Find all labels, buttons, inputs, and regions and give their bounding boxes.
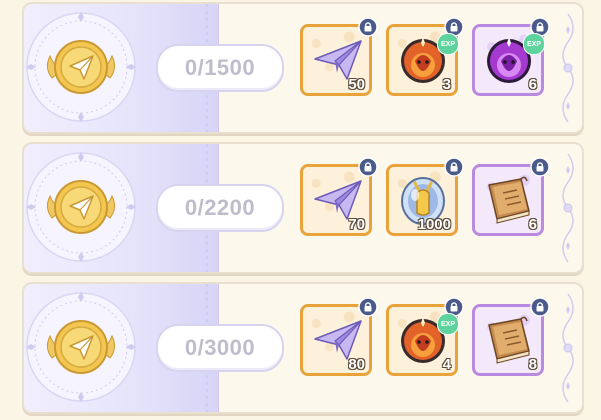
lock-icon <box>358 17 378 37</box>
ornament-decoration <box>554 284 582 412</box>
reward-quantity: 70 <box>348 216 365 233</box>
progress-counter: 0/1500 <box>156 44 284 92</box>
reward-tier-row: 0/1500 50 3 EXP 6 EXP <box>22 2 584 134</box>
reward-quantity: 4 <box>442 356 451 373</box>
ornament-decoration <box>554 144 582 272</box>
reward-item-slot[interactable]: 70 <box>300 157 378 236</box>
lock-icon <box>358 157 378 177</box>
lock-icon <box>444 157 464 177</box>
reward-item-slot[interactable]: 3 EXP <box>386 17 464 96</box>
exp-badge: EXP <box>437 313 459 335</box>
reward-quantity: 80 <box>348 356 365 373</box>
reward-item-slot[interactable]: 1000 <box>386 157 464 236</box>
exp-badge: EXP <box>437 33 459 55</box>
progress-counter: 0/3000 <box>156 324 284 372</box>
lock-icon <box>530 297 550 317</box>
reward-item-slot[interactable]: 50 <box>300 17 378 96</box>
lock-icon <box>530 157 550 177</box>
reward-tier-row: 0/3000 80 4 EXP 8 <box>22 282 584 414</box>
ornament-decoration <box>554 4 582 132</box>
gold-medal-icon <box>24 148 140 266</box>
gold-medal-icon <box>24 8 140 126</box>
reward-quantity: 50 <box>348 76 365 93</box>
reward-tier-row: 0/2200 70 1000 6 <box>22 142 584 274</box>
reward-quantity: 6 <box>528 216 537 233</box>
progress-counter: 0/2200 <box>156 184 284 232</box>
reward-quantity: 3 <box>442 76 451 93</box>
reward-item-slot[interactable]: 80 <box>300 297 378 376</box>
reward-quantity: 6 <box>528 76 537 93</box>
reward-quantity: 8 <box>528 356 537 373</box>
reward-item-slot[interactable]: 4 EXP <box>386 297 464 376</box>
exp-badge: EXP <box>523 33 545 55</box>
reward-item-slot[interactable]: 6 EXP <box>472 17 550 96</box>
reward-item-slot[interactable]: 8 <box>472 297 550 376</box>
lock-icon <box>358 297 378 317</box>
reward-quantity: 1000 <box>417 216 451 233</box>
gold-medal-icon <box>24 288 140 406</box>
reward-item-slot[interactable]: 6 <box>472 157 550 236</box>
